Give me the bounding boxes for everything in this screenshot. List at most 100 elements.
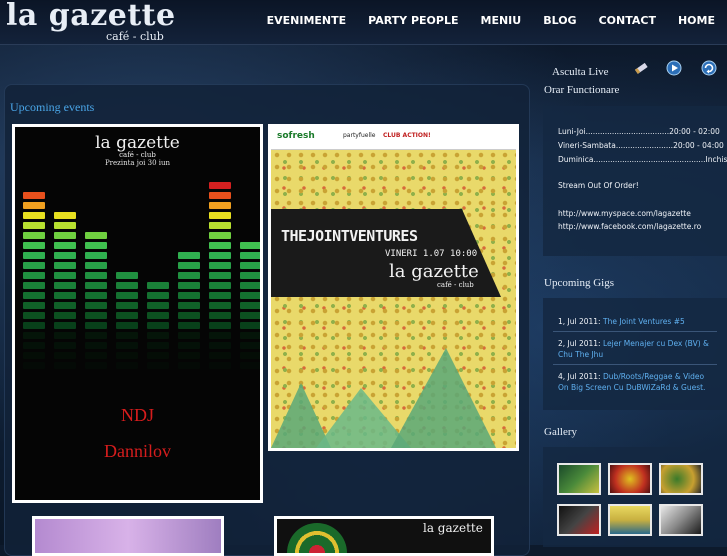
pencil-icon[interactable] [633,60,649,76]
equalizer-bar [23,212,45,219]
poster-logo-subtitle: café - club [119,151,156,159]
equalizer-bar [209,312,231,319]
equalizer-bar [54,332,76,339]
equalizer-bar [23,232,45,239]
equalizer-bar [178,262,200,269]
nav-meniu[interactable]: MENIU [481,14,522,27]
nav-contact[interactable]: CONTACT [599,14,656,27]
facebook-link[interactable]: http://www.facebook.com/lagazette.ro [558,222,701,231]
equalizer-bar [209,332,231,339]
poster-presents: Prezinta joi 30 iun [104,159,171,167]
upcoming-gigs-title: Upcoming Gigs [544,277,614,289]
equalizer-bar [209,272,231,279]
equalizer-bar [85,232,107,239]
poster-date: VINERI 1.07 10:00 [385,249,478,259]
equalizer-bar [116,272,138,279]
equalizer-bar [178,302,200,309]
gig-link[interactable]: The Joint Ventures #5 [603,317,685,326]
equalizer-bar [116,362,138,369]
equalizer-bar [23,192,45,199]
equalizer-bar [178,352,200,359]
sponsor-tag: partyfuelle [343,132,376,139]
gallery-thumbnail[interactable] [608,504,652,536]
gallery-thumbnail[interactable] [659,463,703,495]
equalizer-bar [240,252,260,259]
equalizer-bar [147,302,169,309]
equalizer-bar [116,282,138,289]
equalizer-bar [240,362,260,369]
equalizer-bar [23,222,45,229]
equalizer-bar [54,282,76,289]
nav-party-people[interactable]: PARTY PEOPLE [368,14,458,27]
nav-home[interactable]: HOME [678,14,715,27]
equalizer-bar [147,332,169,339]
main-nav: EVENIMENTE PARTY PEOPLE MENIU BLOG CONTA… [245,14,715,27]
equalizer-bar [54,262,76,269]
equalizer-bar [209,212,231,219]
sponsor-tag: CLUB ACTION! [383,132,431,139]
equalizer-bar [209,232,231,239]
equalizer-bar [23,332,45,339]
equalizer-bar [209,342,231,349]
hours-row: Luni-Joi................................… [558,127,720,136]
equalizer-bar [178,272,200,279]
equalizer-bar [116,322,138,329]
logo-text: la gazette [6,0,176,33]
equalizer-bar [209,322,231,329]
site-logo[interactable]: la gazette café - club [6,0,186,44]
equalizer-bar [240,302,260,309]
gallery-thumbnail[interactable] [659,504,703,536]
equalizer-bar [54,362,76,369]
equalizer-bar [23,302,45,309]
poster-artist-name: Dannilov [104,441,171,461]
equalizer-bar [209,242,231,249]
equalizer-bar [240,242,260,249]
equalizer-bar [85,272,107,279]
sponsor-logo: sofresh [277,131,315,141]
equalizer-bar [240,352,260,359]
equalizer-bar [23,242,45,249]
event-poster-partial[interactable] [32,516,224,556]
play-icon[interactable] [666,60,682,76]
event-poster-ndj-dannilov[interactable]: la gazette café - club Prezinta joi 30 i… [12,124,263,503]
gig-item: 4, Jul 2011: Dub/Roots/Reggae & Video On… [558,371,716,393]
tree-shapes [271,348,496,448]
event-poster-joint-ventures[interactable]: sofresh partyfuelle CLUB ACTION! THEJOIN… [268,124,519,451]
equalizer-bar [147,342,169,349]
equalizer-bar [54,352,76,359]
equalizer-bar [209,282,231,289]
equalizer-bar [85,362,107,369]
equalizer-bar [54,242,76,249]
gallery-thumbnail[interactable] [557,463,601,495]
equalizer-bar [178,292,200,299]
poster-logo: la gazette [389,261,479,282]
equalizer-bar [54,212,76,219]
poster-logo: la gazette [95,133,180,153]
equalizer-bar [85,322,107,329]
poster-image: sofresh partyfuelle CLUB ACTION! THEJOIN… [271,127,516,448]
refresh-icon[interactable] [701,60,717,76]
equalizer-bar [178,312,200,319]
equalizer-bar [85,312,107,319]
gallery-thumbnail[interactable] [608,463,652,495]
equalizer-bar [178,332,200,339]
gallery-thumbnail[interactable] [557,504,601,536]
equalizer-bar [240,312,260,319]
nav-evenimente[interactable]: EVENIMENTE [267,14,347,27]
equalizer-bar [116,302,138,309]
equalizer-bar [178,252,200,259]
equalizer-bar [178,282,200,289]
equalizer-bar [23,202,45,209]
equalizer-bar [209,292,231,299]
equalizer-bar [209,192,231,199]
event-poster-partial[interactable]: la gazette [274,516,494,556]
equalizer-bar [147,282,169,289]
equalizer-bar [178,362,200,369]
equalizer-bar [85,332,107,339]
gig-date: 2, Jul 2011: [558,339,601,348]
gig-date: 1, Jul 2011: [558,317,601,326]
equalizer-bar [85,242,107,249]
nav-blog[interactable]: BLOG [543,14,576,27]
top-bar: la gazette café - club EVENIMENTE PARTY … [0,0,727,45]
myspace-link[interactable]: http://www.myspace.com/lagazette [558,209,691,218]
